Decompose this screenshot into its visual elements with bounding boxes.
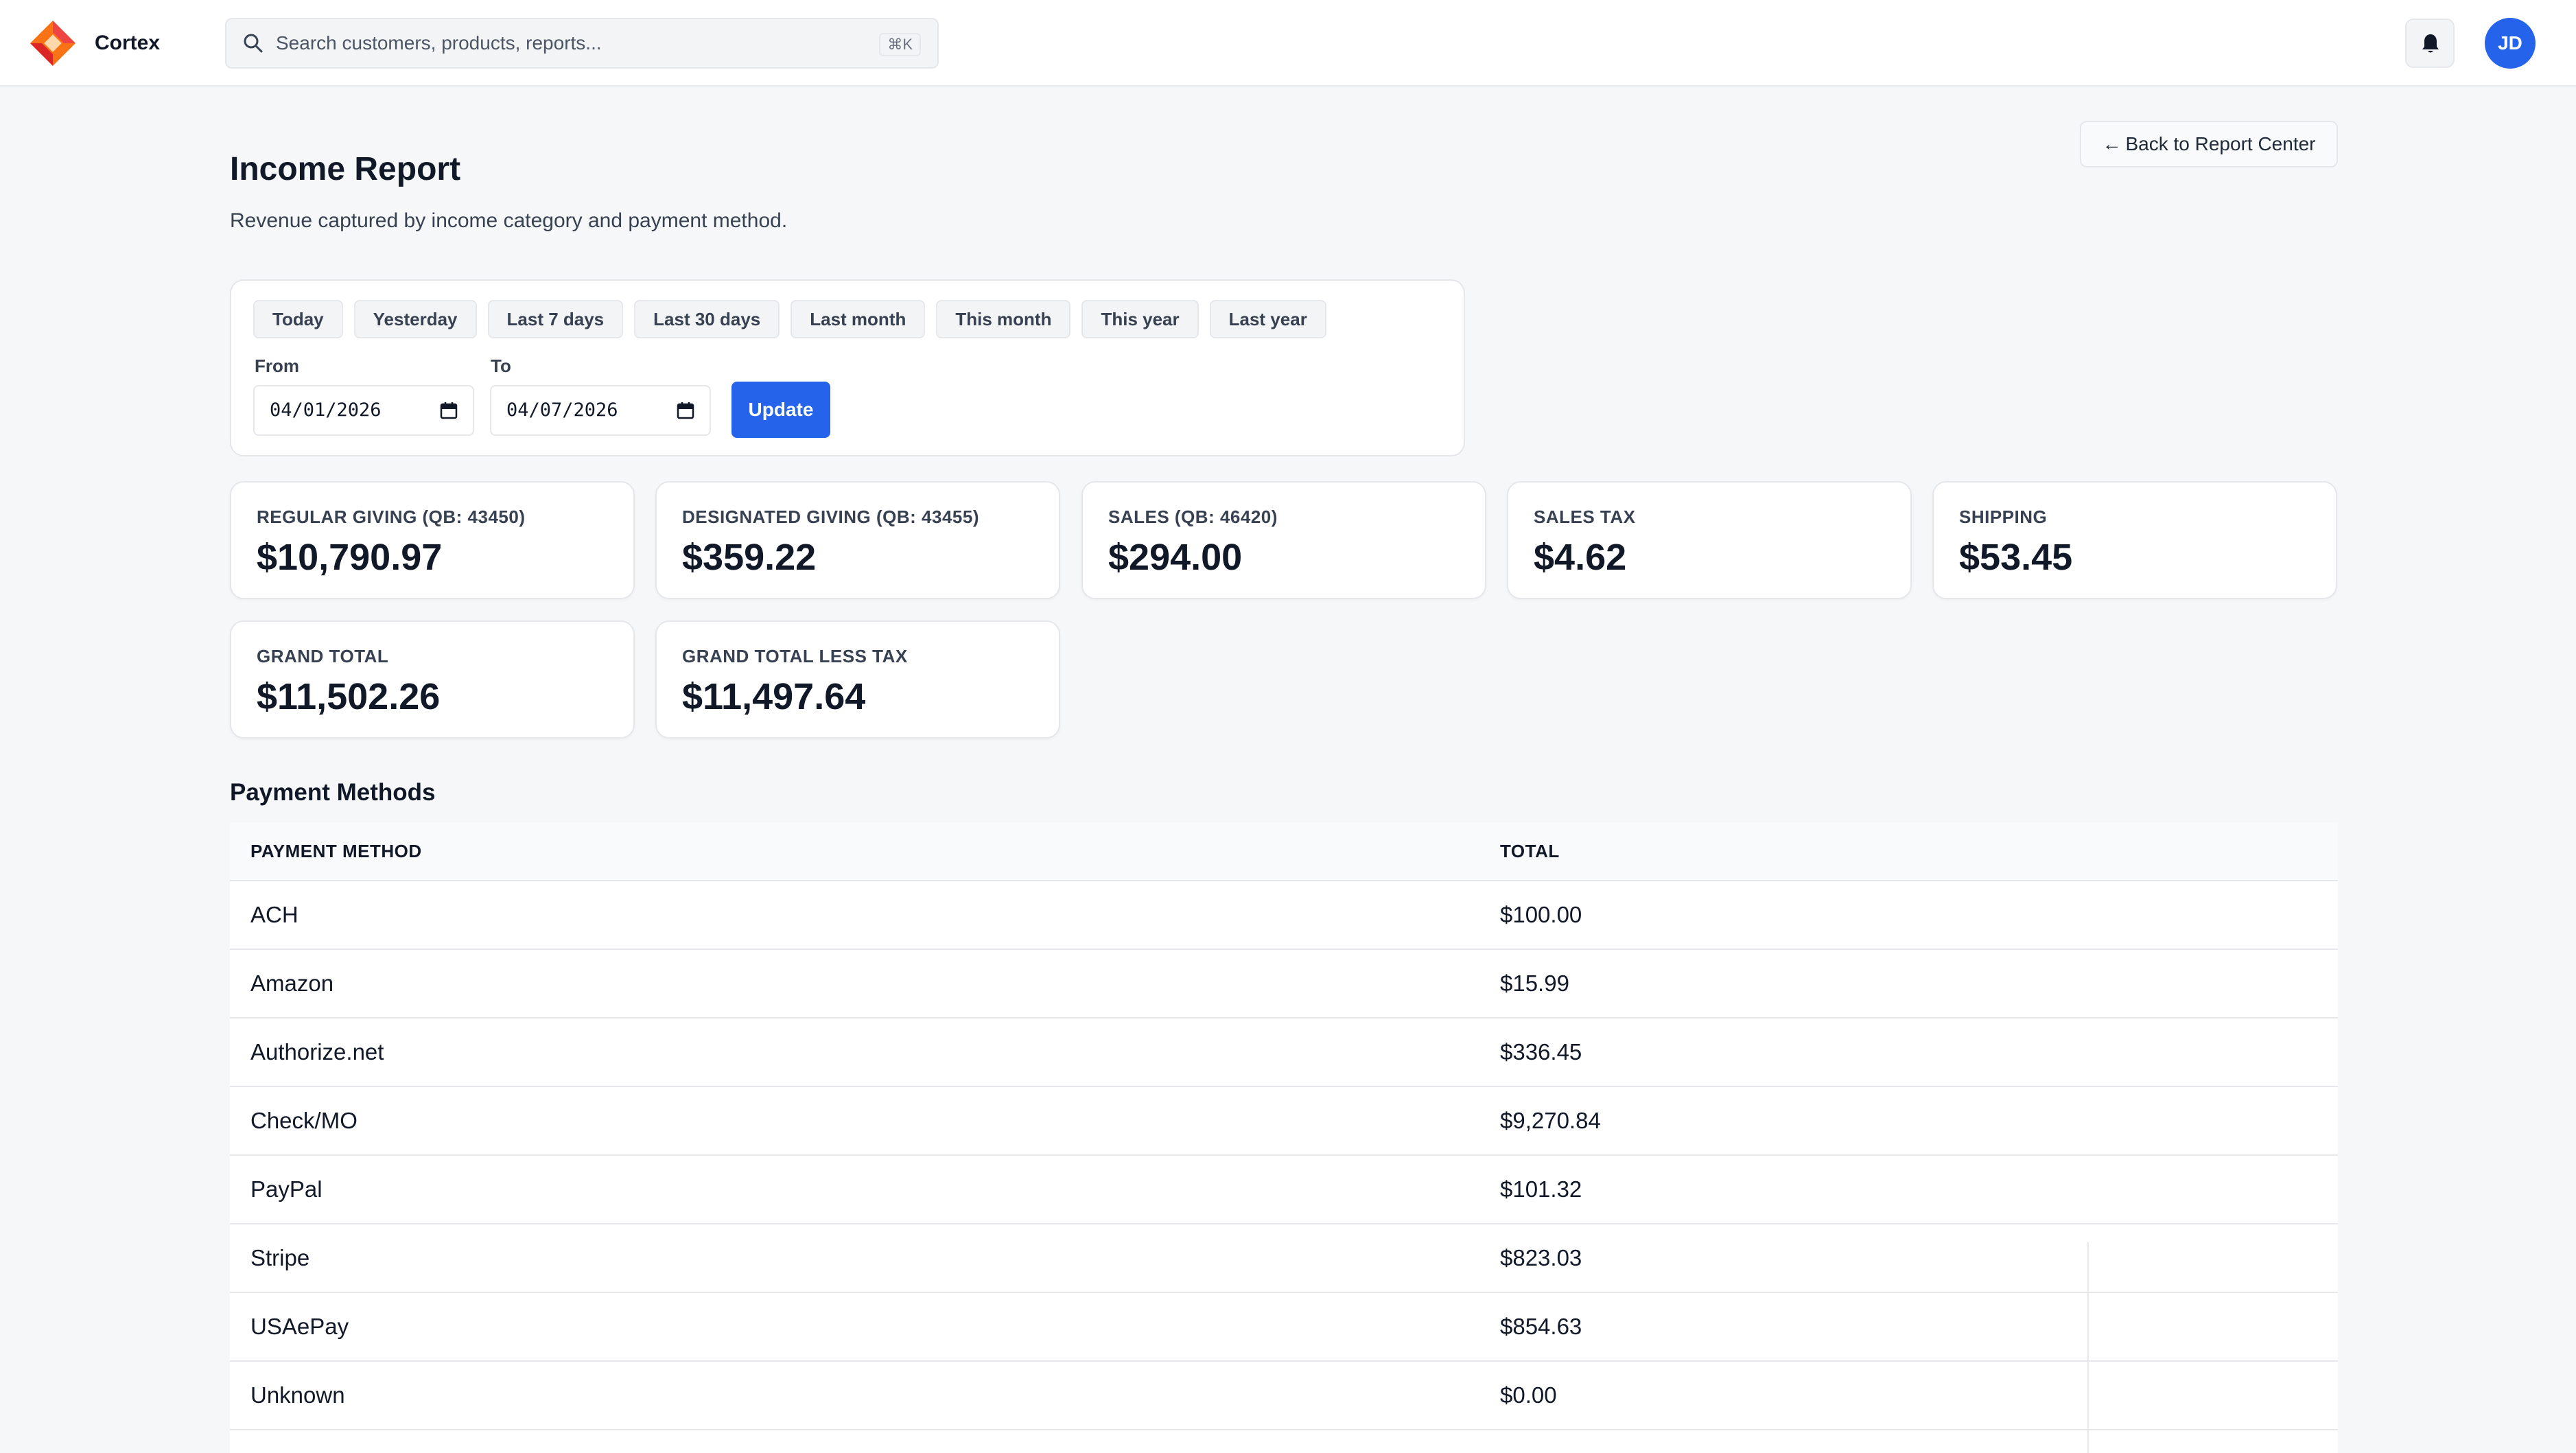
stat-value: $53.45 (1959, 537, 2073, 578)
preset-last-30-days-button[interactable]: Last 30 days (634, 300, 780, 338)
stat-label: SHIPPING (1959, 507, 2048, 527)
total-cell: $854.63 (1500, 1314, 1582, 1339)
preset-last-year-button[interactable]: Last year (1209, 300, 1326, 338)
top-navigation-bar: Cortex Search customers, products, repor… (0, 0, 2576, 86)
search-placeholder: Search customers, products, reports... (276, 32, 602, 54)
preset-this-month-button[interactable]: This month (936, 300, 1071, 338)
payment-method-cell: USAePay (250, 1314, 349, 1339)
payment-method-cell: PayPal (250, 1176, 323, 1202)
stat-label: SALES (QB: 46420) (1108, 507, 1278, 527)
brand-name[interactable]: Cortex (95, 27, 160, 59)
stat-card-sales-tax: SALES TAX $4.62 (1507, 481, 1912, 599)
notifications-button[interactable] (2405, 19, 2455, 68)
stat-label: GRAND TOTAL (257, 646, 389, 666)
stat-value: $11,497.64 (682, 676, 866, 717)
cortex-logo-icon[interactable] (29, 19, 77, 67)
stat-card-grand-total: GRAND TOTAL $11,502.26 (230, 620, 635, 739)
stat-value: $10,790.97 (257, 537, 443, 578)
table-row: PayPal $101.32 (230, 1156, 2338, 1224)
to-date-label: To (491, 356, 511, 376)
stat-card-designated-giving: DESIGNATED GIVING (QB: 43455) $359.22 (655, 481, 1060, 599)
stat-value: $11,502.26 (257, 676, 441, 717)
global-search-input[interactable]: Search customers, products, reports... ⌘… (225, 18, 939, 69)
stat-card-grand-total-less-tax: GRAND TOTAL LESS TAX $11,497.64 (655, 620, 1060, 739)
bell-icon (2422, 34, 2439, 53)
preset-this-year-button[interactable]: This year (1081, 300, 1199, 338)
back-button-label: Back to Report Center (2125, 133, 2316, 154)
table-header: PAYMENT METHOD TOTAL (230, 822, 2338, 881)
search-shortcut-hint: ⌘K (879, 33, 921, 56)
payment-method-cell: Unknown (250, 1382, 345, 1408)
arrow-left-icon: ← (2102, 133, 2122, 154)
table-row: ACH $100.00 (230, 881, 2338, 950)
total-cell: $15.99 (1500, 970, 1569, 996)
table-body: ACH $100.00 Amazon $15.99 Authorize.net … (230, 881, 2338, 1430)
payment-method-cell: ACH (250, 902, 298, 927)
total-cell: $823.03 (1500, 1245, 1582, 1270)
update-button[interactable]: Update (731, 382, 830, 438)
date-filter-panel: Today Yesterday Last 7 days Last 30 days… (230, 279, 1465, 456)
column-header-total: TOTAL (1500, 841, 1560, 861)
stat-card-shipping: SHIPPING $53.45 (1932, 481, 2337, 599)
from-date-value: 04/01/2026 (270, 399, 382, 421)
table-row: Unknown $0.00 (230, 1362, 2338, 1430)
stat-label: REGULAR GIVING (QB: 43450) (257, 507, 526, 527)
payment-methods-table: PAYMENT METHOD TOTAL ACH $100.00 Amazon … (230, 822, 2338, 1453)
stat-label: DESIGNATED GIVING (QB: 43455) (682, 507, 979, 527)
stat-card-sales: SALES (QB: 46420) $294.00 (1081, 481, 1486, 599)
to-date-value: 04/07/2026 (506, 399, 618, 421)
search-icon (244, 34, 263, 53)
payment-method-cell: Authorize.net (250, 1039, 384, 1065)
table-row: USAePay $854.63 (230, 1293, 2338, 1362)
payment-methods-heading: Payment Methods (230, 779, 436, 806)
stat-value: $4.62 (1534, 537, 1627, 578)
total-cell: $0.00 (1500, 1382, 1557, 1408)
from-date-label: From (255, 356, 299, 376)
table-row: Check/MO $9,270.84 (230, 1087, 2338, 1156)
page-subtitle: Revenue captured by income category and … (230, 209, 788, 232)
date-preset-group: Today Yesterday Last 7 days Last 30 days… (253, 300, 1326, 338)
preset-last-month-button[interactable]: Last month (791, 300, 926, 338)
stat-value: $294.00 (1108, 537, 1243, 578)
user-avatar[interactable]: JD (2485, 18, 2536, 69)
back-to-report-center-button[interactable]: ← Back to Report Center (2080, 121, 2338, 167)
total-cell: $9,270.84 (1500, 1108, 1601, 1133)
calendar-icon[interactable] (440, 402, 458, 419)
total-cell: $101.32 (1500, 1176, 1582, 1202)
table-row: Amazon $15.99 (230, 950, 2338, 1019)
payment-method-cell: Amazon (250, 970, 334, 996)
stat-card-regular-giving: REGULAR GIVING (QB: 43450) $10,790.97 (230, 481, 635, 599)
stat-label: GRAND TOTAL LESS TAX (682, 646, 908, 666)
preset-last-7-days-button[interactable]: Last 7 days (487, 300, 624, 338)
payment-method-cell: Check/MO (250, 1108, 358, 1133)
column-header-payment-method: PAYMENT METHOD (250, 841, 422, 861)
to-date-input[interactable]: 04/07/2026 (490, 385, 711, 436)
preset-yesterday-button[interactable]: Yesterday (353, 300, 477, 338)
preset-today-button[interactable]: Today (253, 300, 343, 338)
table-scrollbar[interactable] (2087, 1242, 2089, 1453)
payment-method-cell: Stripe (250, 1245, 310, 1270)
page-title: Income Report (230, 151, 461, 187)
stat-label: SALES TAX (1534, 507, 1636, 527)
calendar-icon[interactable] (677, 402, 694, 419)
from-date-input[interactable]: 04/01/2026 (253, 385, 474, 436)
table-row: Stripe $823.03 (230, 1224, 2338, 1293)
total-cell: $336.45 (1500, 1039, 1582, 1065)
stat-value: $359.22 (682, 537, 817, 578)
table-row: Authorize.net $336.45 (230, 1019, 2338, 1087)
total-cell: $100.00 (1500, 902, 1582, 927)
